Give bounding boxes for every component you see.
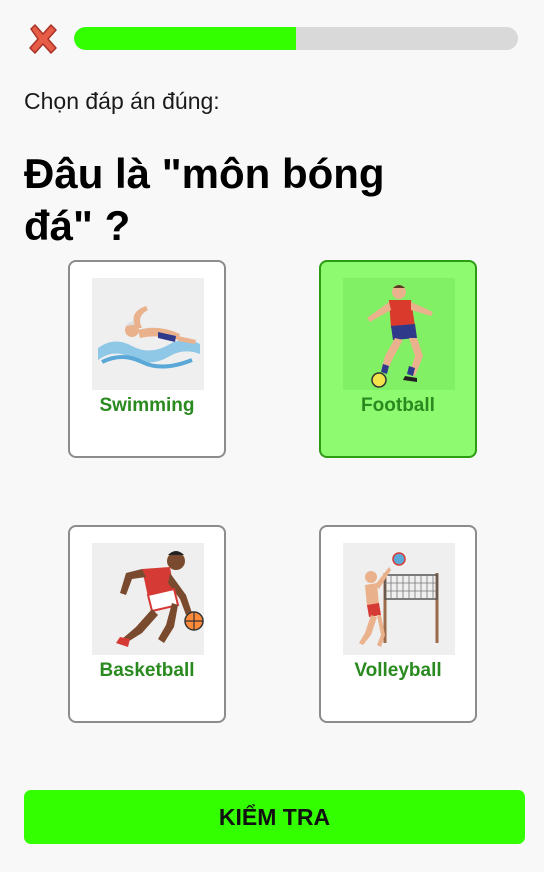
option-card-basketball[interactable]: Basketball bbox=[68, 525, 226, 723]
progress-bar bbox=[74, 27, 518, 50]
check-answer-button[interactable]: KIỂM TRA bbox=[24, 790, 525, 844]
option-card-swimming[interactable]: Swimming bbox=[68, 260, 226, 458]
close-button[interactable] bbox=[26, 22, 60, 56]
instruction-text: Chọn đáp án đúng: bbox=[24, 88, 220, 114]
swimmer-icon bbox=[92, 278, 204, 390]
option-label-volleyball: Volleyball bbox=[354, 660, 442, 681]
volleyball-player-icon bbox=[343, 543, 455, 655]
question-title: Đâu là "môn bóng đá" ? bbox=[24, 150, 385, 249]
option-card-volleyball[interactable]: Volleyball bbox=[319, 525, 477, 723]
progress-fill bbox=[74, 27, 296, 50]
option-card-football[interactable]: Football bbox=[319, 260, 477, 458]
option-label-football: Football bbox=[361, 395, 435, 416]
option-label-basketball: Basketball bbox=[99, 660, 195, 681]
football-player-icon bbox=[343, 278, 455, 390]
close-x-icon[interactable] bbox=[26, 22, 60, 56]
option-label-swimming: Swimming bbox=[99, 395, 195, 416]
basketball-player-icon bbox=[92, 543, 204, 655]
